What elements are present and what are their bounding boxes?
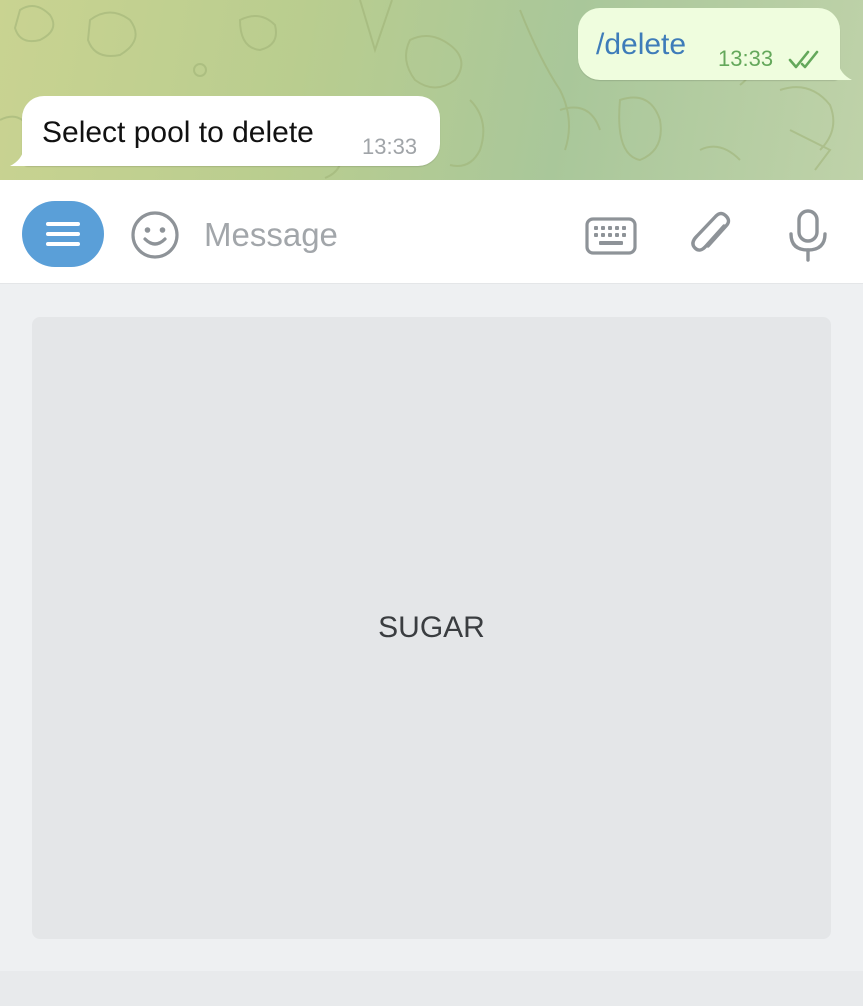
message-composer bbox=[0, 180, 863, 284]
double-check-icon bbox=[788, 50, 819, 69]
menu-icon bbox=[46, 222, 80, 246]
incoming-message-time: 13:33 bbox=[362, 134, 418, 159]
chat-area: /delete 13:33 Select pool to delete 13:3… bbox=[0, 0, 863, 180]
outgoing-message-text: /delete bbox=[596, 28, 687, 61]
outgoing-message-time: 13:33 bbox=[718, 46, 774, 71]
outgoing-message-bubble[interactable]: /delete 13:33 bbox=[578, 8, 852, 80]
bubble-tail bbox=[10, 148, 30, 166]
attach-icon[interactable] bbox=[686, 208, 736, 262]
incoming-message-bubble[interactable]: Select pool to delete 13:33 bbox=[10, 96, 440, 166]
message-input[interactable] bbox=[204, 210, 564, 260]
emoji-icon[interactable] bbox=[130, 210, 180, 260]
bottom-strip bbox=[0, 971, 863, 1006]
reply-keyboard: SUGAR bbox=[0, 285, 863, 971]
mic-icon[interactable] bbox=[786, 208, 830, 264]
incoming-message-text: Select pool to delete bbox=[42, 116, 314, 149]
keyboard-icon[interactable] bbox=[584, 210, 638, 262]
reply-button-sugar[interactable]: SUGAR bbox=[32, 317, 831, 939]
bubble-tail bbox=[832, 62, 852, 80]
bot-menu-button[interactable] bbox=[22, 201, 104, 267]
